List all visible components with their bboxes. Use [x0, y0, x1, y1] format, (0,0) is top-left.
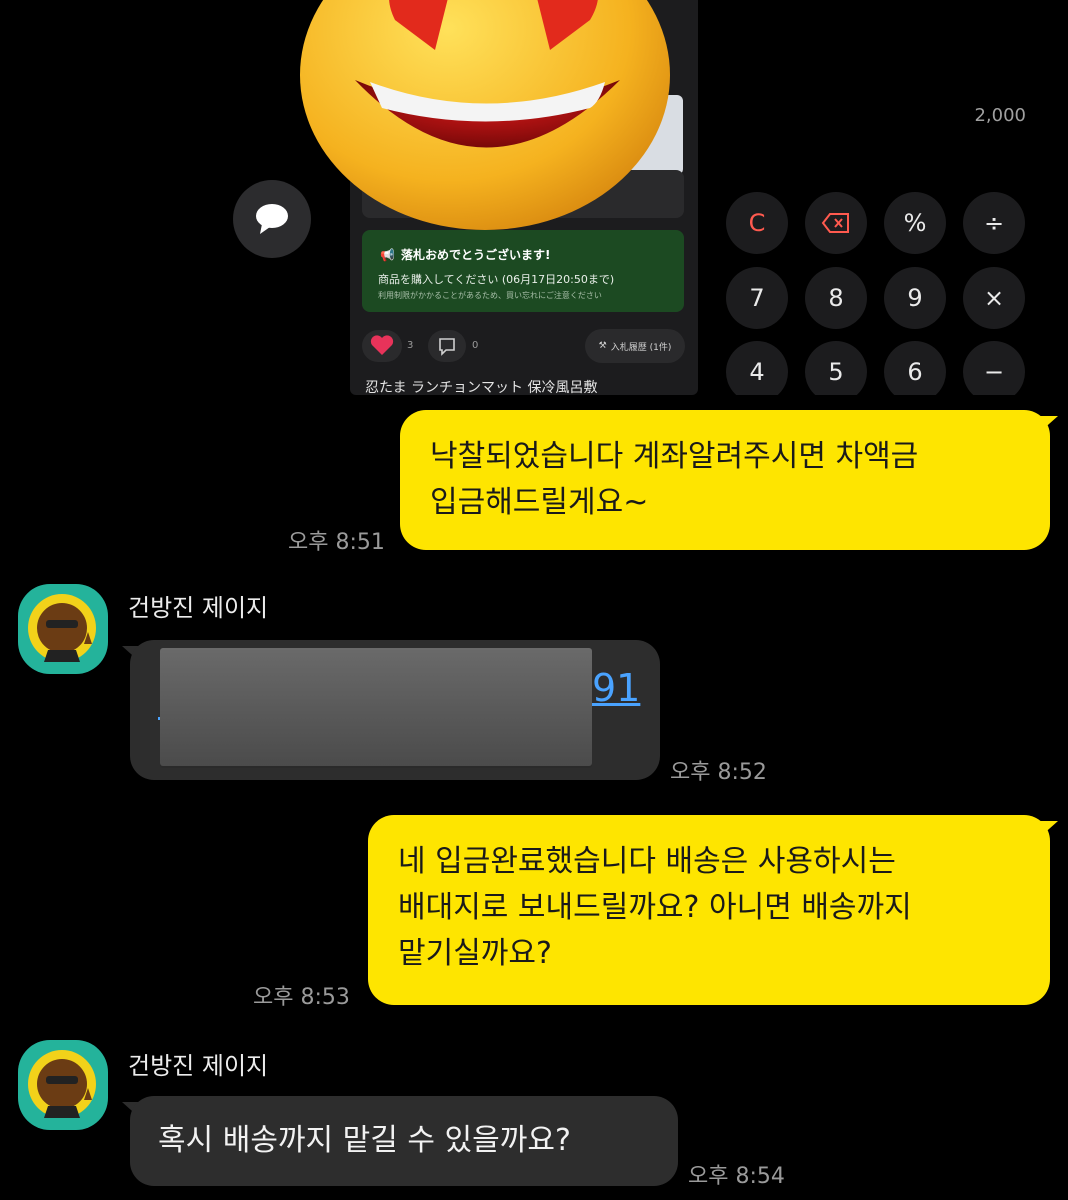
calc-key-6[interactable]: 6	[884, 341, 946, 395]
calc-key-8[interactable]: 8	[805, 267, 867, 329]
calc-key-divide[interactable]: ÷	[963, 192, 1025, 254]
backspace-icon	[821, 213, 849, 233]
calculator-screenshot[interactable]: 2,000 C % ÷ 7 8 9 × 4 5 6 −	[700, 45, 1050, 395]
message-text-line: 배대지로 보내드릴까요? 아니면 배송까지	[398, 890, 912, 925]
calc-key-backspace[interactable]	[805, 192, 867, 254]
win-notice-title: 📢 落札おめでとうございます!	[380, 248, 551, 262]
message-text-line: 입금해드릴게요~	[430, 485, 649, 520]
calc-key-percent[interactable]: %	[884, 192, 946, 254]
message-time: 오후 8:54	[688, 1164, 785, 1189]
message-text-line: 네 입금완료했습니다 배송은 사용하시는	[398, 844, 896, 879]
my-message-bubble[interactable]: 낙찰되었습니다 계좌알려주시면 차액금 입금해드릴게요~	[400, 410, 1050, 550]
calc-key-4[interactable]: 4	[726, 341, 788, 395]
gavel-icon: ⚒	[598, 341, 607, 351]
calculator-display: 2,000	[974, 105, 1026, 126]
product-title-fragment: 忍たま ランチョンマット 保冷風呂敷	[365, 380, 598, 395]
redaction-block	[160, 648, 592, 766]
message-time: 오후 8:53	[253, 985, 350, 1010]
character-avatar-icon	[28, 1050, 96, 1118]
like-button[interactable]	[362, 330, 402, 362]
message-text-line: 낙찰되었습니다 계좌알려주시면 차액금	[430, 439, 919, 474]
bubble-tail	[1040, 416, 1058, 432]
sender-name: 건방진 제이지	[128, 594, 269, 622]
message-time: 오후 8:51	[288, 530, 385, 555]
calc-key-multiply[interactable]: ×	[963, 267, 1025, 329]
avatar[interactable]	[18, 1040, 108, 1130]
speech-bubble-icon	[256, 204, 288, 234]
character-avatar-icon	[28, 594, 96, 662]
calc-key-9[interactable]: 9	[884, 267, 946, 329]
message-text-line: 맡기실까요?	[398, 936, 552, 971]
heart-eyes-emoji-sticker	[300, 0, 670, 230]
win-notice-deadline: 商品を購入してください (06月17日20:50まで)	[378, 273, 615, 286]
megaphone-icon: 📢	[380, 248, 395, 262]
account-link-tail[interactable]: 91	[592, 666, 640, 710]
their-message-bubble[interactable]: 혹시 배송까지 맡길 수 있을까요?	[130, 1096, 678, 1186]
bid-history-button[interactable]: ⚒ 入札履歴 (1件)	[585, 329, 685, 363]
heart-icon	[370, 335, 394, 355]
like-count: 3	[407, 340, 414, 351]
calc-key-minus[interactable]: −	[963, 341, 1025, 395]
message-time: 오후 8:52	[670, 760, 767, 785]
comment-button[interactable]	[428, 330, 466, 362]
their-message-bubble[interactable]: I 91	[130, 640, 660, 780]
my-message-bubble[interactable]: 네 입금완료했습니다 배송은 사용하시는 배대지로 보내드릴까요? 아니면 배송…	[368, 815, 1050, 1005]
avatar[interactable]	[18, 584, 108, 674]
comment-count: 0	[472, 340, 479, 351]
message-text: 혹시 배송까지 맡길 수 있을까요?	[158, 1123, 571, 1158]
sender-name: 건방진 제이지	[128, 1052, 269, 1080]
calc-key-7[interactable]: 7	[726, 267, 788, 329]
win-notice-warning: 利用制限がかかることがあるため、買い忘れにご注意ください	[378, 291, 602, 300]
comment-icon	[439, 338, 455, 356]
calc-key-clear[interactable]: C	[726, 192, 788, 254]
bubble-tail	[1040, 821, 1058, 837]
calc-key-5[interactable]: 5	[805, 341, 867, 395]
